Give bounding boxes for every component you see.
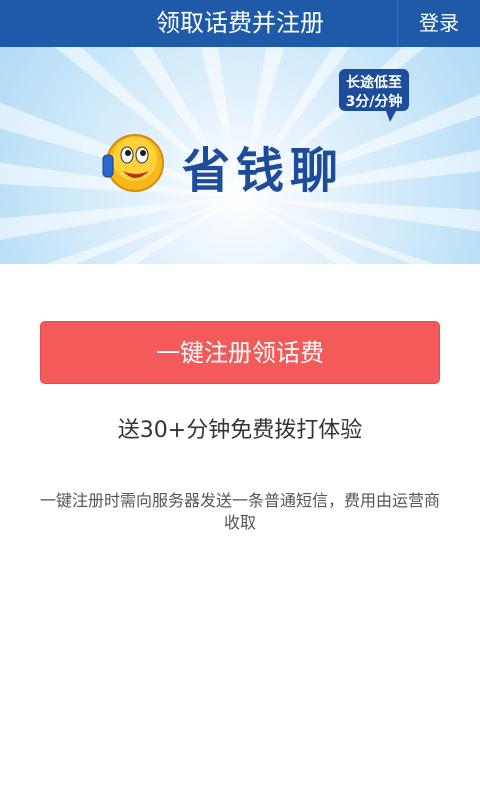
promo-banner: 省钱聊 长途低至 3分/分钟 — [0, 47, 480, 264]
brand-name: 省钱聊 — [182, 143, 345, 199]
login-button[interactable]: 登录 — [397, 0, 480, 47]
top-bar: 领取话费并注册 登录 — [0, 0, 480, 47]
rate-badge: 长途低至 3分/分钟 — [338, 68, 410, 122]
sms-notice-text: 一键注册时需向服务器发送一条普通短信，费用由运营商收取 — [40, 491, 441, 532]
promo-text: 送30+分钟免费拨打体验 — [117, 418, 363, 443]
register-button[interactable]: 一键注册领话费 — [40, 321, 440, 384]
badge-line1: 长途低至 — [346, 75, 402, 91]
badge-line2: 3分/分钟 — [345, 94, 403, 110]
smiley-phone-icon — [102, 134, 164, 192]
